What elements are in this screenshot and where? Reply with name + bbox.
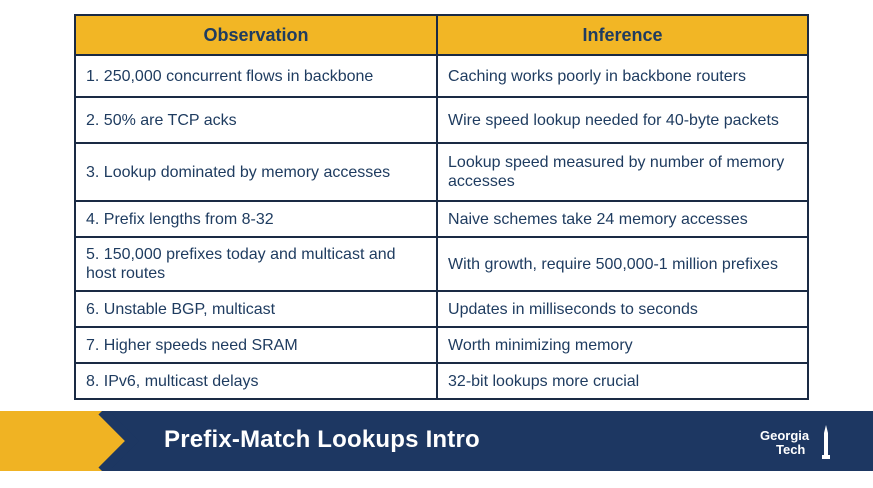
- table-row: 7. Higher speeds need SRAM Worth minimiz…: [73, 326, 809, 364]
- inference-cell: Wire speed lookup needed for 40-byte pac…: [436, 96, 809, 144]
- table-row: 2. 50% are TCP acks Wire speed lookup ne…: [73, 96, 809, 144]
- observation-cell: 8. IPv6, multicast delays: [73, 362, 439, 400]
- logo-text-georgia: Georgia: [760, 428, 810, 443]
- inference-cell: Caching works poorly in backbone routers: [436, 54, 809, 98]
- inference-cell: 32-bit lookups more crucial: [436, 362, 809, 400]
- observation-cell: 2. 50% are TCP acks: [73, 96, 439, 144]
- observation-cell: 7. Higher speeds need SRAM: [73, 326, 439, 364]
- observation-inference-table: Observation Inference 1. 250,000 concurr…: [73, 14, 809, 400]
- inference-cell: Lookup speed measured by number of memor…: [436, 142, 809, 202]
- observation-cell: 4. Prefix lengths from 8-32: [73, 200, 439, 238]
- inference-cell: With growth, require 500,000-1 million p…: [436, 236, 809, 292]
- table-row: 4. Prefix lengths from 8-32 Naive scheme…: [73, 200, 809, 238]
- inference-cell: Naive schemes take 24 memory accesses: [436, 200, 809, 238]
- column-header-inference: Inference: [436, 14, 809, 56]
- table-row: 1. 250,000 concurrent flows in backbone …: [73, 54, 809, 98]
- column-header-observation: Observation: [73, 14, 439, 56]
- observation-cell: 3. Lookup dominated by memory accesses: [73, 142, 439, 202]
- tech-tower-icon: [822, 425, 830, 459]
- table-row: 6. Unstable BGP, multicast Updates in mi…: [73, 290, 809, 328]
- observation-cell: 1. 250,000 concurrent flows in backbone: [73, 54, 439, 98]
- observation-cell: 6. Unstable BGP, multicast: [73, 290, 439, 328]
- inference-cell: Updates in milliseconds to seconds: [436, 290, 809, 328]
- table-row: 8. IPv6, multicast delays 32-bit lookups…: [73, 362, 809, 400]
- page-title: Prefix-Match Lookups Intro: [164, 426, 480, 453]
- footer-banner: Prefix-Match Lookups Intro Georgia Tech: [0, 411, 873, 471]
- observation-cell: 5. 150,000 prefixes today and multicast …: [73, 236, 439, 292]
- table-row: 5. 150,000 prefixes today and multicast …: [73, 236, 809, 292]
- chevron-right-icon: [98, 411, 140, 471]
- slide: Observation Inference 1. 250,000 concurr…: [0, 0, 873, 488]
- footer-gold-band: [0, 411, 108, 471]
- table-header-row: Observation Inference: [73, 14, 809, 56]
- inference-cell: Worth minimizing memory: [436, 326, 809, 364]
- table-row: 3. Lookup dominated by memory accesses L…: [73, 142, 809, 202]
- logo-text-tech: Tech: [776, 442, 806, 457]
- georgia-tech-logo: Georgia Tech: [760, 423, 840, 463]
